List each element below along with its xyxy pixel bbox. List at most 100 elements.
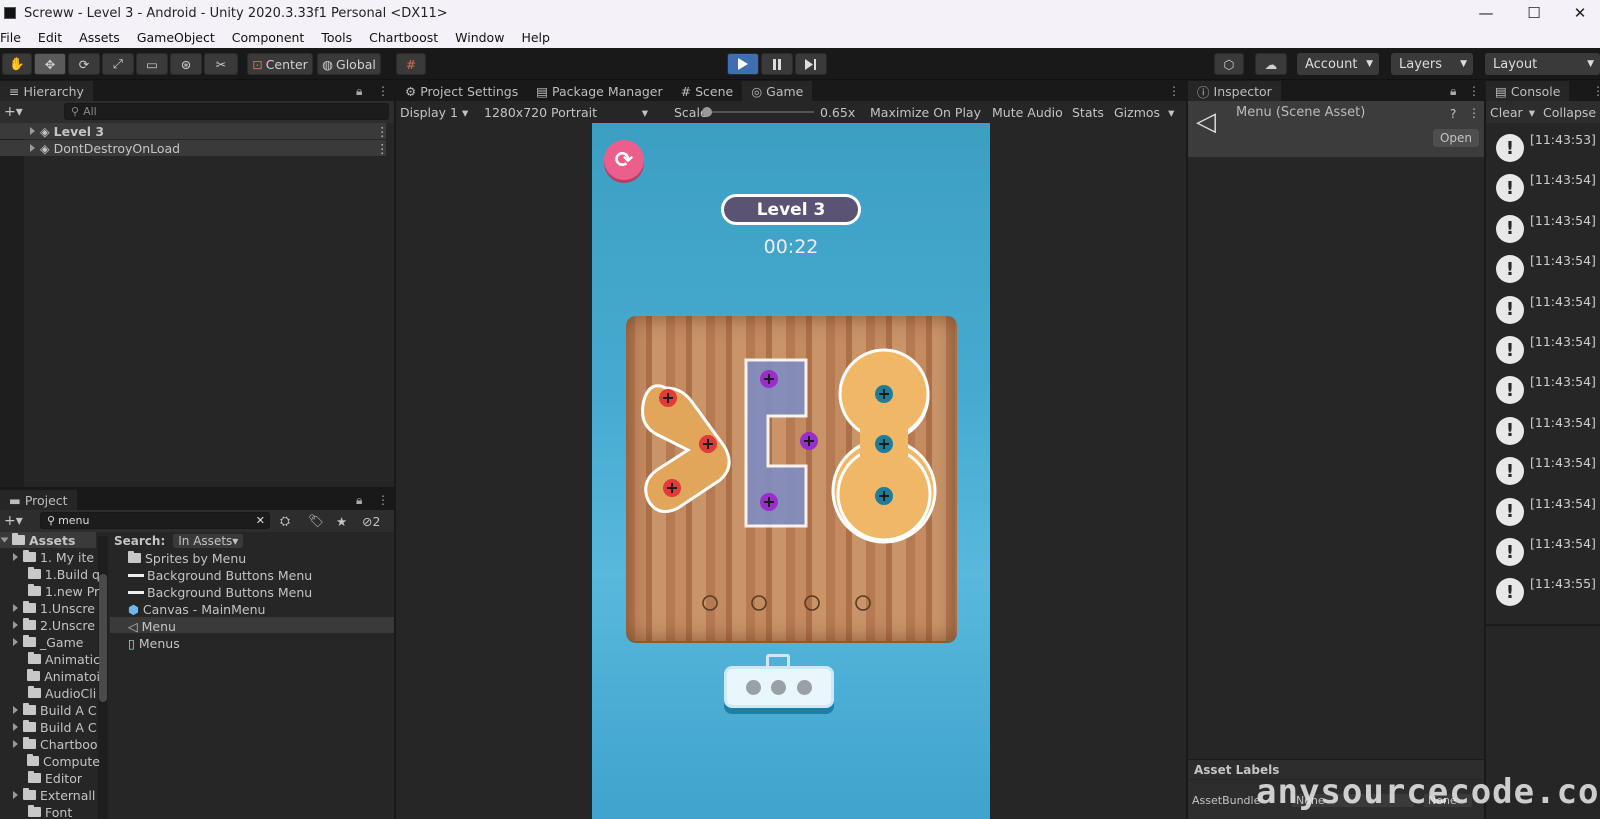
project-folder-item[interactable]: _Game [0,634,100,651]
star-icon[interactable]: ★ [336,514,347,529]
project-folder-item[interactable]: Editor [0,770,100,787]
help-icon[interactable]: ? [1450,107,1456,121]
hand-tool-icon[interactable]: ✋ [2,53,32,75]
lock-icon[interactable]: 🔒︎ [1450,84,1456,99]
project-folder-item[interactable]: 1. My ite [0,549,100,566]
restart-icon[interactable]: ⟳ [604,140,644,180]
layers-dropdown[interactable]: Layers ▼ [1391,53,1473,75]
console-log-entry[interactable]: ! [11:43:54] : [1468,247,1600,287]
pivot-global-button[interactable]: ◍ Global [317,53,381,75]
console-log-entry[interactable]: ! [11:43:54] : [1468,449,1600,489]
project-result-item[interactable]: ◁ Menu [128,618,388,635]
menu-tools[interactable]: Tools [321,30,352,45]
cloud-icon[interactable]: ☁ [1255,53,1287,75]
add-icon[interactable]: +▾ [4,513,23,529]
expand-arrow-icon[interactable] [13,706,18,715]
minimize-button[interactable]: — [1462,0,1510,26]
expand-arrow-icon[interactable] [13,621,18,630]
clear-dropdown[interactable]: ▾ [1529,105,1535,120]
transform-tool-icon[interactable]: ⊛ [170,53,202,75]
menu-edit[interactable]: Edit [38,30,62,45]
filter-type-icon[interactable]: ⛭ [280,513,290,529]
menu-component[interactable]: Component [232,30,305,45]
scale-slider-track[interactable] [702,107,814,117]
expand-arrow-icon[interactable] [13,791,18,800]
kebab-menu-icon[interactable]: ⋮ [1592,84,1600,98]
expand-arrow-icon[interactable] [0,537,9,543]
expand-arrow-icon[interactable] [30,144,35,152]
expand-arrow-icon[interactable] [13,604,18,613]
move-tool-icon[interactable]: ✥ [34,53,66,75]
kebab-menu-icon[interactable]: ⋮ [376,124,389,139]
rect-tool-icon[interactable]: ▭ [136,53,168,75]
console-log-entry[interactable]: ! [11:43:54] : [1468,530,1600,570]
menu-help[interactable]: Help [521,30,550,45]
pivot-center-button[interactable]: ⊡ Center [247,53,313,75]
project-result-item[interactable]: Sprites by Menu [128,550,388,567]
kebab-menu-icon[interactable]: ⋮ [377,84,389,98]
tab-hierarchy[interactable]: ≡ Hierarchy [0,81,93,101]
tab-project-settings[interactable]: ⚙ Project Settings [396,81,528,101]
custom-tool-icon[interactable]: ✂ [204,53,238,75]
expand-arrow-icon[interactable] [30,127,35,135]
project-folder-item[interactable]: Animatic [0,651,100,668]
project-folder-item[interactable]: Assets [0,532,100,549]
project-folder-item[interactable]: Compute [0,753,100,770]
menu-assets[interactable]: Assets [79,30,120,45]
project-folder-item[interactable]: Externall [0,787,100,804]
console-log-entry[interactable]: ! [11:43:54] : [1468,288,1600,328]
project-search-input[interactable]: ⚲ menu ✕ [40,512,270,529]
project-folder-item[interactable]: 2.Unscre [0,617,100,634]
tab-console[interactable]: ▤ Console [1486,81,1570,101]
project-result-item[interactable]: ⬢ Canvas - MainMenu [128,601,388,618]
expand-arrow-icon[interactable] [13,638,18,647]
project-folder-item[interactable]: 1.Unscre [0,600,100,617]
console-log-entry[interactable]: ! [11:43:54] l [1468,166,1600,206]
tab-package-manager[interactable]: ▤ Package Manager [527,81,672,101]
menu-window[interactable]: Window [455,30,504,45]
close-button[interactable]: ✕ [1556,0,1600,26]
pause-button[interactable] [761,53,793,75]
expand-arrow-icon[interactable] [13,553,18,562]
scale-slider-thumb[interactable] [702,107,712,117]
project-folder-item[interactable]: 1.Build q [0,566,100,583]
hierarchy-item-level3[interactable]: ◈ Level 3 ⋮ [0,123,389,139]
gizmos-dropdown[interactable]: Gizmos ▾ [1114,105,1174,120]
step-button[interactable] [795,53,827,75]
kebab-menu-icon[interactable]: ⋮ [1468,84,1480,98]
lock-icon[interactable]: 🔒︎ [356,493,362,508]
menu-gameobject[interactable]: GameObject [137,30,215,45]
project-result-item[interactable]: Background Buttons Menu [128,584,388,601]
project-folder-item[interactable]: AudioCli [0,685,100,702]
maximize-button[interactable]: ☐ [1510,0,1558,26]
tab-inspector[interactable]: ⓘ Inspector [1188,81,1281,101]
console-log-entry[interactable]: ![11:43:55] h [1468,570,1600,610]
menu-file[interactable]: File [0,30,21,45]
kebab-menu-icon[interactable]: ⋮ [1468,106,1480,120]
grid-snap-icon[interactable]: # [396,53,426,75]
project-folder-item[interactable]: Chartboo [0,736,100,753]
kebab-menu-icon[interactable]: ⋮ [376,141,389,156]
kebab-menu-icon[interactable]: ⋮ [377,493,389,507]
display-dropdown[interactable]: Display 1 ▾ [400,105,468,120]
console-log-entry[interactable]: ! [11:43:54] : [1468,328,1600,368]
console-log-entry[interactable]: ! [11:43:54] : [1468,207,1600,247]
account-dropdown[interactable]: Account ▼ [1297,53,1379,75]
expand-arrow-icon[interactable] [13,723,18,732]
project-result-item[interactable]: Background Buttons Menu [128,567,388,584]
play-button[interactable] [727,53,759,75]
chevron-piece[interactable] [641,384,731,514]
console-log-entry[interactable]: ! [11:43:54] : [1468,490,1600,530]
console-log-entry[interactable]: ! [11:43:53] : [1468,126,1600,166]
hierarchy-search-input[interactable]: ⚲ All [64,103,389,120]
search-scope-dropdown[interactable]: In Assets▾ [173,534,244,548]
stats-toggle[interactable]: Stats [1072,105,1104,120]
collapse-toggle[interactable]: Collapse [1543,105,1596,120]
collab-icon[interactable]: ⬡ [1214,53,1244,75]
lock-icon[interactable]: 🔒︎ [356,84,362,99]
project-folder-item[interactable]: 1.new Pr [0,583,100,600]
console-log-entry[interactable]: ! [11:43:54] : [1468,409,1600,449]
project-folder-item[interactable]: Build A C [0,719,100,736]
scale-tool-icon[interactable]: ⤢ [102,53,134,75]
clear-search-icon[interactable]: ✕ [256,514,265,527]
